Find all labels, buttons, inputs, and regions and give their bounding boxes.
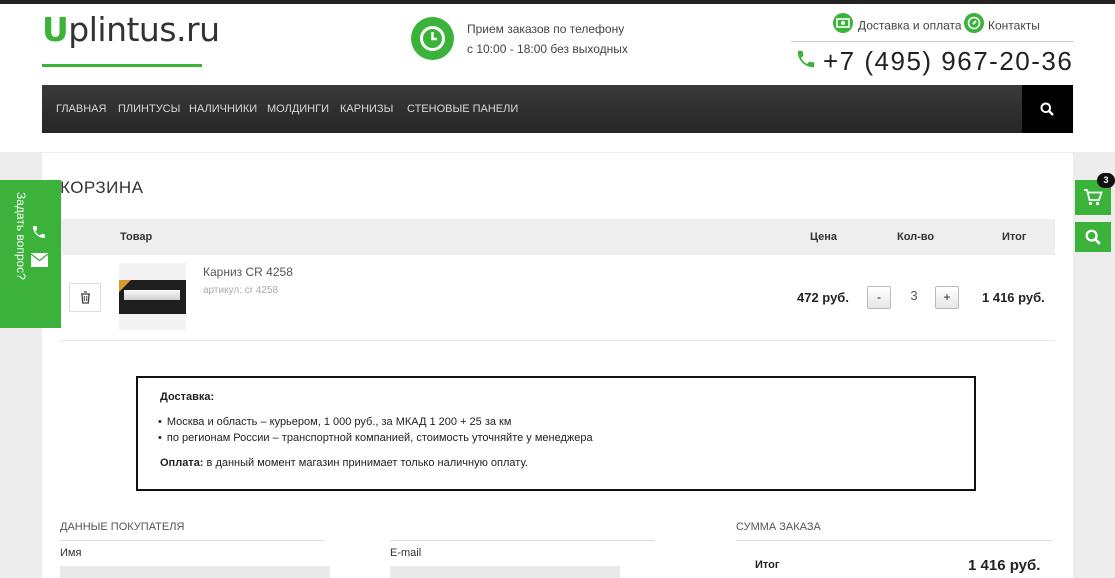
summary-section-divider <box>736 540 1053 541</box>
phone-number-text: +7 (495) 967-20-36 <box>823 46 1074 76</box>
buyer-section-divider <box>60 540 324 541</box>
page-title: КОРЗИНА <box>60 178 144 197</box>
product-name-link[interactable]: Карниз CR 4258 <box>203 265 293 279</box>
delivery-link[interactable]: Доставка и оплата <box>832 13 962 35</box>
email-field[interactable] <box>390 566 620 578</box>
ask-question-label-wrap: Задать вопрос? <box>8 192 28 318</box>
clock-icon <box>411 17 454 60</box>
contacts-link[interactable]: Контакты <box>964 13 1040 35</box>
ask-question-tab[interactable]: Задать вопрос? <box>0 180 61 328</box>
row-total: 1 416 руб. <box>982 290 1045 305</box>
payment-label: Оплата: <box>160 457 204 469</box>
contacts-link-label: Контакты <box>988 18 1040 33</box>
ask-question-label: Задать вопрос? <box>14 192 28 280</box>
nav-item-trims[interactable]: НАЛИЧНИКИ <box>189 85 257 133</box>
payment-info: Оплата: в данный момент магазин принимае… <box>160 457 528 469</box>
row-divider <box>60 340 1055 341</box>
order-hours-line1: Прием заказов по телефону <box>467 22 625 36</box>
trash-icon <box>81 291 90 304</box>
phone-number[interactable]: +7 (495) 967-20-36 <box>795 46 1073 77</box>
compass-icon <box>964 13 984 40</box>
delivery-link-label: Доставка и оплата <box>858 18 962 33</box>
content-card <box>42 153 1073 578</box>
col-price: Цена <box>810 231 838 243</box>
logo-letter: U <box>42 10 69 49</box>
payment-text: в данный момент магазин принимает только… <box>203 457 528 469</box>
cart-count-badge: 3 <box>1097 173 1115 188</box>
nav-item-plinths[interactable]: ПЛИНТУСЫ <box>118 85 180 133</box>
summary-total-label: Итог <box>755 559 780 571</box>
site-logo[interactable]: Uplintus.ru <box>42 10 220 67</box>
email-field-label: E-mail <box>390 547 422 559</box>
col-product: Товар <box>120 231 153 243</box>
phone-divider <box>791 41 1074 42</box>
search-icon <box>1040 102 1054 116</box>
money-icon <box>832 13 854 40</box>
floating-search-button[interactable] <box>1075 222 1111 252</box>
col-qty: Кол-во <box>897 231 935 243</box>
buyer-section-divider-2 <box>390 540 654 541</box>
nav-item-cornices[interactable]: КАРНИЗЫ <box>340 85 393 133</box>
nav-item-home[interactable]: ГЛАВНАЯ <box>56 85 106 133</box>
phone-icon <box>795 46 817 77</box>
qty-decrease-button[interactable]: - <box>867 286 891 309</box>
buyer-section-title: ДАННЫЕ ПОКУПАТЕЛЯ <box>60 521 185 533</box>
summary-total-value: 1 416 руб. <box>968 557 1041 574</box>
product-thumbnail[interactable] <box>119 263 186 330</box>
delivery-item-regions: по регионам России – транспортной компан… <box>158 430 593 446</box>
col-total: Итог <box>1002 231 1027 243</box>
search-icon <box>1085 229 1101 245</box>
remove-item-button[interactable] <box>69 283 101 312</box>
order-hours: Прием заказов по телефону с 10:00 - 18:0… <box>467 19 628 59</box>
main-nav: ГЛАВНАЯ ПЛИНТУСЫ НАЛИЧНИКИ МОЛДИНГИ КАРН… <box>42 85 1073 133</box>
logo-name: plintus.ru <box>68 10 220 49</box>
delivery-list: Москва и область – курьером, 1 000 руб.,… <box>158 414 593 446</box>
order-hours-line2: с 10:00 - 18:00 без выходных <box>467 42 628 56</box>
qty-value[interactable]: 3 <box>905 288 923 303</box>
delivery-title: Доставка: <box>160 391 215 403</box>
qty-increase-button[interactable]: + <box>935 286 959 309</box>
nav-item-moldings[interactable]: МОЛДИНГИ <box>267 85 329 133</box>
cart-table-header: Товар Цена Кол-во Итог <box>60 219 1055 255</box>
phone-icon <box>33 226 45 238</box>
name-field-label: Имя <box>60 547 82 559</box>
nav-search-button[interactable] <box>1022 85 1073 133</box>
delivery-item-moscow: Москва и область – курьером, 1 000 руб.,… <box>158 414 593 430</box>
nav-item-wall-panels[interactable]: СТЕНОВЫЕ ПАНЕЛИ <box>407 85 518 133</box>
delivery-info-box: Доставка: Москва и область – курьером, 1… <box>136 376 976 491</box>
cart-icon <box>1084 189 1103 206</box>
name-field[interactable] <box>60 566 330 578</box>
product-price: 472 руб. <box>797 290 849 305</box>
summary-section-title: СУММА ЗАКАЗА <box>736 521 821 533</box>
product-article: артикул: cr 4258 <box>203 285 279 296</box>
mail-icon <box>31 253 48 267</box>
